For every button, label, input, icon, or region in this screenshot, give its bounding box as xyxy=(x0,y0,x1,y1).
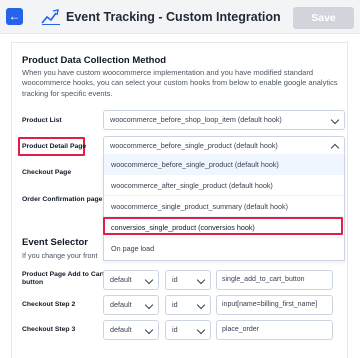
checkout-page-label: Checkout Page xyxy=(22,169,72,176)
product-list-select-value: woocommerce_before_shop_loop_item (defau… xyxy=(110,115,282,124)
checkout-step-2-type-select[interactable]: default xyxy=(103,295,159,315)
add-to-cart-type-value: default xyxy=(110,275,132,284)
checkout-step-2-type-value: default xyxy=(110,300,132,309)
chevron-down-icon xyxy=(330,115,340,125)
arrow-left-icon[interactable]: ← xyxy=(6,8,23,25)
collection-section-description: When you have custom woocommerce impleme… xyxy=(22,68,338,98)
chevron-up-icon xyxy=(330,143,340,153)
checkout-step-3-label: Checkout Step 3 xyxy=(22,326,76,333)
chevron-down-icon xyxy=(196,325,206,335)
add-to-cart-selector-input[interactable]: single_add_to_cart_button xyxy=(216,270,333,290)
chevron-down-icon xyxy=(196,275,206,285)
checkout-step-2-selector-value: id xyxy=(172,300,178,309)
add-to-cart-selector-select[interactable]: id xyxy=(165,270,211,290)
dropdown-option[interactable]: woocommerce_before_single_product (defau… xyxy=(104,154,344,175)
product-list-label: Product List xyxy=(22,117,62,124)
chevron-down-icon xyxy=(144,300,154,310)
conversios-option-highlight xyxy=(103,217,343,235)
chevron-down-icon xyxy=(144,275,154,285)
chevron-down-icon xyxy=(196,300,206,310)
add-to-cart-type-select[interactable]: default xyxy=(103,270,159,290)
checkout-step-3-selector-value: id xyxy=(172,325,178,334)
save-button[interactable]: Save xyxy=(293,7,354,29)
dropdown-option[interactable]: woocommerce_after_single_product (defaul… xyxy=(104,175,344,196)
order-confirmation-label: Order Confirmation page xyxy=(22,196,103,203)
chevron-down-icon xyxy=(144,325,154,335)
product-detail-page-select-value: woocommerce_before_single_product (defau… xyxy=(110,141,278,150)
collection-section-title: Product Data Collection Method xyxy=(22,55,167,66)
product-detail-page-dropdown: woocommerce_before_single_product (defau… xyxy=(103,154,345,261)
add-to-cart-label: Product Page Add to Cart button xyxy=(22,271,105,287)
event-selector-title: Event Selector xyxy=(22,237,88,248)
checkout-step-3-selector-input[interactable]: place_order xyxy=(216,320,333,340)
event-selector-description: If you change your front xyxy=(22,251,98,260)
checkout-step-3-selector-select[interactable]: id xyxy=(165,320,211,340)
checkout-step-2-selector-input[interactable]: input[name=billing_first_name] xyxy=(216,295,333,315)
add-to-cart-selector-value: id xyxy=(172,275,178,284)
product-list-select[interactable]: woocommerce_before_shop_loop_item (defau… xyxy=(103,110,345,130)
page-title: Event Tracking - Custom Integration xyxy=(66,10,281,24)
dropdown-option[interactable]: woocommerce_single_product_summary (defa… xyxy=(104,196,344,217)
analytics-chart-icon xyxy=(41,9,60,25)
checkout-step-2-label: Checkout Step 2 xyxy=(22,301,76,308)
checkout-step-2-selector-select[interactable]: id xyxy=(165,295,211,315)
checkout-step-3-type-select[interactable]: default xyxy=(103,320,159,340)
product-detail-page-select[interactable]: woocommerce_before_single_product (defau… xyxy=(103,136,345,156)
product-detail-page-label: Product Detail Page xyxy=(22,143,87,150)
dropdown-option[interactable]: On page load xyxy=(104,238,344,259)
page-header: ← Event Tracking - Custom Integration Sa… xyxy=(0,0,360,34)
checkout-step-3-type-value: default xyxy=(110,325,132,334)
